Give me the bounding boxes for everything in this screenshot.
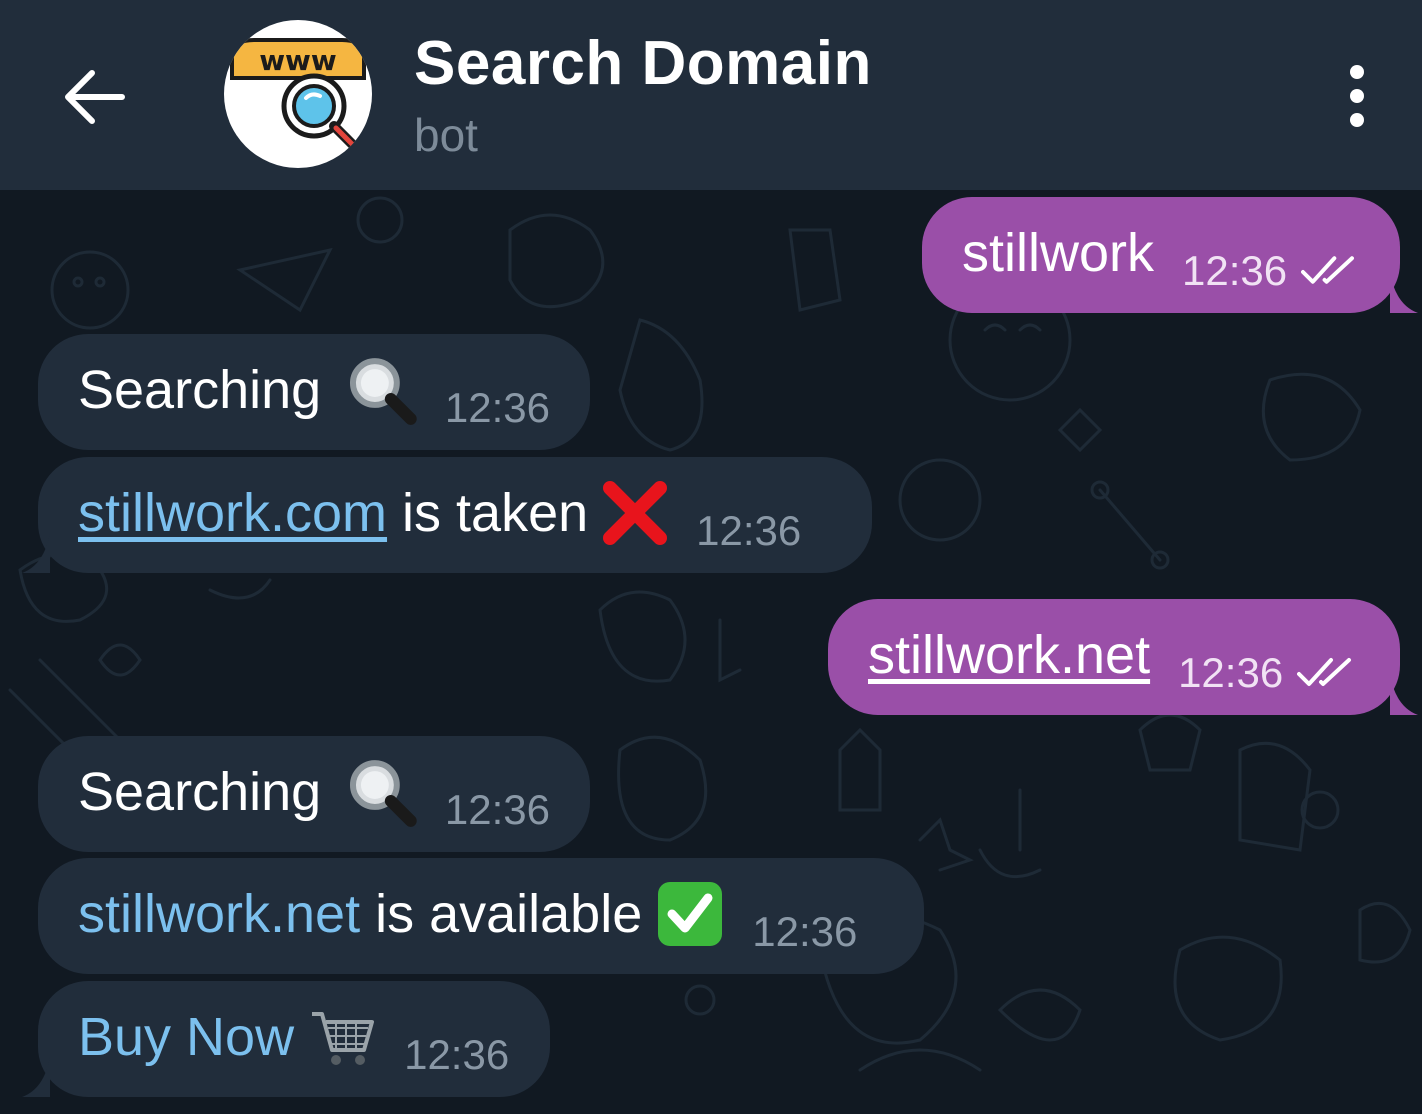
message-time: 12:36 xyxy=(752,908,858,955)
more-options-button[interactable] xyxy=(1322,56,1392,136)
message-time: 12:36 xyxy=(696,507,802,554)
magnifier-icon xyxy=(350,760,417,827)
bubble-tail xyxy=(22,1057,50,1097)
message-outgoing[interactable]: stillwork.net 12:36 xyxy=(828,599,1418,715)
chat-subtitle: bot xyxy=(414,109,478,161)
message-outgoing[interactable]: stillwork 12:36 xyxy=(922,197,1418,313)
message-time: 12:36 xyxy=(404,1031,510,1078)
shopping-cart-icon xyxy=(312,1012,375,1065)
domain-link[interactable]: stillwork.com xyxy=(78,483,387,543)
message-incoming[interactable]: stillwork.net is available 12:36 xyxy=(38,858,924,974)
message-text: stillwork xyxy=(962,223,1155,283)
www-search-logo-icon: www xyxy=(230,38,366,151)
bot-avatar[interactable]: www xyxy=(224,20,372,168)
message-time: 12:36 xyxy=(444,384,550,431)
double-check-read-icon xyxy=(1297,658,1352,686)
message-text: is taken xyxy=(387,483,589,543)
menu-dot-icon xyxy=(1350,65,1364,79)
chat-title: Search Domain xyxy=(414,29,872,98)
message-incoming[interactable]: Buy Now 12:36 xyxy=(22,981,550,1097)
buy-now-link[interactable]: Buy Now xyxy=(78,1007,294,1067)
menu-dot-icon xyxy=(1350,113,1364,127)
message-incoming[interactable]: Searching 12:36 xyxy=(38,334,590,450)
message-time: 12:36 xyxy=(444,786,550,833)
message-time: 12:36 xyxy=(1178,649,1284,696)
domain-link[interactable]: stillwork.net xyxy=(868,625,1150,685)
back-arrow-icon xyxy=(65,70,125,124)
message-text: Searching xyxy=(78,762,322,822)
chat-screen: www Search Domain bot stillwork 12:36 Se… xyxy=(0,0,1422,1114)
chat-header: www Search Domain bot xyxy=(0,0,1422,190)
cross-mark-icon xyxy=(603,481,668,545)
bubble-tail xyxy=(1390,273,1418,313)
message-time: 12:36 xyxy=(1182,247,1288,294)
back-button[interactable] xyxy=(50,52,140,142)
message-text: Searching xyxy=(78,360,322,420)
bubble-tail xyxy=(1390,675,1418,715)
avatar-www-text: www xyxy=(259,44,337,77)
message-text: is available xyxy=(360,884,643,944)
bubble-tail xyxy=(22,533,50,573)
domain-link[interactable]: stillwork.net xyxy=(78,884,360,944)
magnifier-icon xyxy=(350,358,417,425)
double-check-read-icon xyxy=(1301,256,1355,284)
message-incoming[interactable]: stillwork.com is taken 12:36 xyxy=(22,457,872,573)
menu-dot-icon xyxy=(1350,89,1364,103)
check-mark-icon xyxy=(658,882,723,946)
message-incoming[interactable]: Searching 12:36 xyxy=(38,736,590,852)
